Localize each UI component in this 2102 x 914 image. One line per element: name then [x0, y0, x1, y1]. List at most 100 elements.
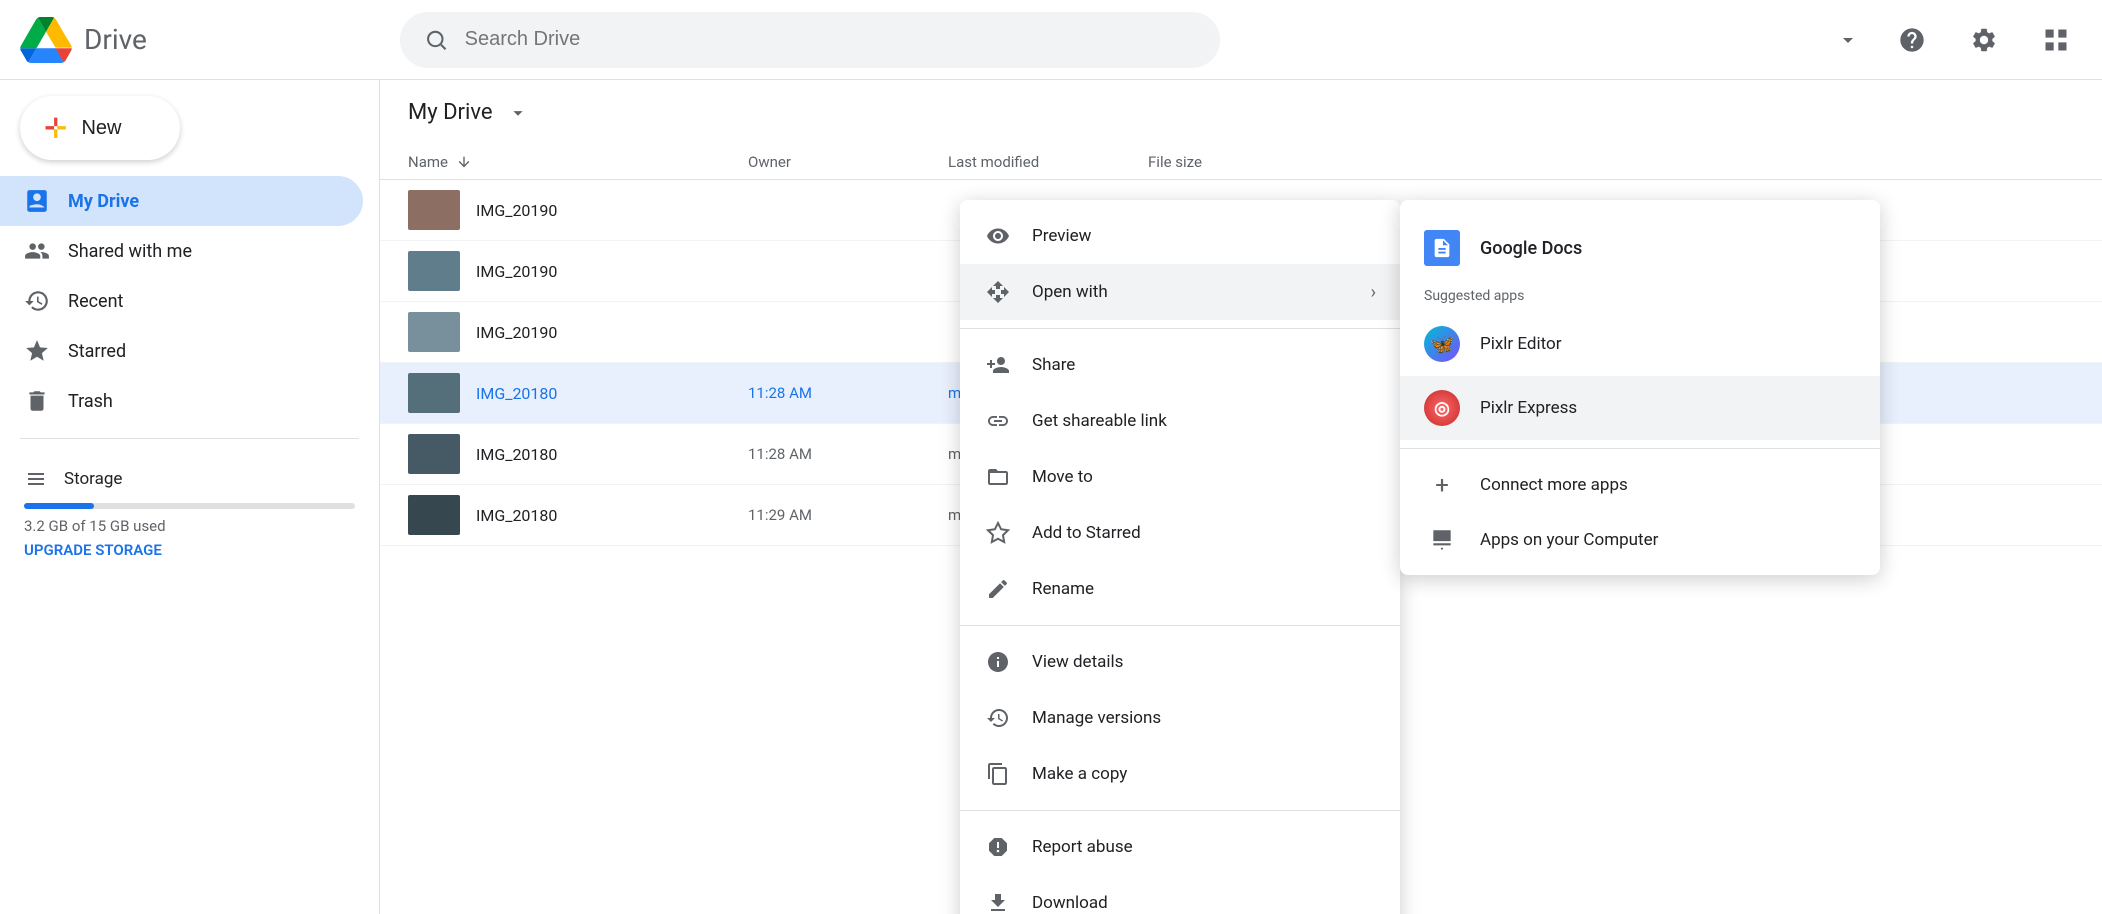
col-owner-header: Owner: [748, 153, 948, 171]
search-icon: [424, 27, 449, 53]
preview-icon: [984, 222, 1012, 250]
storage-section: Storage 3.2 GB of 15 GB used UPGRADE STO…: [0, 451, 379, 575]
submenu-pixlr-editor[interactable]: 🦋 Pixlr Editor: [1400, 312, 1880, 376]
help-button[interactable]: [1886, 14, 1938, 66]
context-menu-manage-versions-label: Manage versions: [1032, 708, 1161, 728]
file-thumbnail-2: [408, 251, 460, 291]
file-area: My Drive Name Owner Last modified File s…: [380, 80, 2102, 914]
computer-icon: [1424, 527, 1460, 553]
download-icon: [984, 889, 1012, 914]
context-menu-make-copy-label: Make a copy: [1032, 764, 1127, 784]
google-docs-icon: [1424, 230, 1460, 266]
context-menu-preview-label: Preview: [1032, 226, 1091, 246]
connect-more-label: Connect more apps: [1480, 475, 1628, 495]
sort-dropdown[interactable]: [1830, 22, 1866, 58]
google-docs-label: Google Docs: [1480, 238, 1582, 259]
file-owner-4: 11:28 AM: [748, 384, 948, 402]
ctx-divider-3: [960, 810, 1400, 811]
move-to-icon: [984, 463, 1012, 491]
col-size-header: File size: [1148, 153, 1268, 171]
file-thumbnail-4: [408, 373, 460, 413]
context-menu-get-link[interactable]: Get shareable link: [960, 393, 1400, 449]
context-menu-view-details[interactable]: View details: [960, 634, 1400, 690]
search-input[interactable]: [465, 28, 1196, 51]
file-name-3: IMG_20190: [476, 323, 557, 342]
submenu-pixlr-express[interactable]: ◎ Pixlr Express: [1400, 376, 1880, 440]
shared-icon: [24, 238, 50, 264]
view-toggle-button[interactable]: [2030, 14, 2082, 66]
file-time-6: 11:29 AM: [748, 506, 948, 524]
context-menu-move-to[interactable]: Move to: [960, 449, 1400, 505]
my-drive-icon: [24, 188, 50, 214]
share-icon: [984, 351, 1012, 379]
file-name-4: IMG_20180: [476, 384, 557, 403]
starred-icon: [24, 338, 50, 364]
context-menu-share-label: Share: [1032, 355, 1075, 375]
context-menu-preview[interactable]: Preview: [960, 208, 1400, 264]
submenu-apps-computer[interactable]: Apps on your Computer: [1400, 513, 1880, 567]
logo-area: Drive: [20, 17, 400, 63]
manage-versions-icon: [984, 704, 1012, 732]
sidebar-item-my-drive[interactable]: My Drive: [0, 176, 363, 226]
sidebar-item-trash[interactable]: Trash: [0, 376, 363, 426]
context-menu-download[interactable]: Download: [960, 875, 1400, 914]
sidebar: ✛ New My Drive Shared with me Recent Sta…: [0, 80, 380, 914]
sidebar-divider: [20, 438, 359, 439]
sidebar-item-shared[interactable]: Shared with me: [0, 226, 363, 276]
new-plus-icon: ✛: [44, 112, 67, 145]
link-icon: [984, 407, 1012, 435]
open-with-icon: [984, 278, 1012, 306]
drive-logo-icon: [20, 17, 72, 63]
sidebar-item-shared-label: Shared with me: [68, 241, 192, 262]
pixlr-editor-label: Pixlr Editor: [1480, 334, 1561, 354]
context-menu-open-with-label: Open with: [1032, 282, 1108, 302]
my-drive-title: My Drive: [408, 100, 493, 125]
trash-icon: [24, 388, 50, 414]
new-button[interactable]: ✛ New: [20, 96, 180, 160]
connect-more-icon: +: [1424, 471, 1460, 499]
header-right: [1830, 14, 2082, 66]
context-menu-view-details-label: View details: [1032, 652, 1123, 672]
context-menu-move-to-label: Move to: [1032, 467, 1093, 487]
storage-bar: [24, 503, 355, 509]
context-menu-download-label: Download: [1032, 893, 1108, 913]
rename-icon: [984, 575, 1012, 603]
main-layout: ✛ New My Drive Shared with me Recent Sta…: [0, 80, 2102, 914]
star-icon: [984, 519, 1012, 547]
storage-used-text: 3.2 GB of 15 GB used: [24, 517, 355, 535]
pixlr-express-label: Pixlr Express: [1480, 398, 1577, 418]
context-menu-make-copy[interactable]: Make a copy: [960, 746, 1400, 802]
open-with-arrow-icon: ›: [1371, 282, 1376, 303]
suggested-apps-label: Suggested apps: [1400, 280, 1880, 312]
info-icon: [984, 648, 1012, 676]
submenu-connect-more[interactable]: + Connect more apps: [1400, 457, 1880, 513]
new-button-label: New: [81, 117, 121, 140]
sidebar-item-starred-label: Starred: [68, 341, 126, 362]
context-menu-open-with[interactable]: Open with ›: [960, 264, 1400, 320]
ctx-divider-1: [960, 328, 1400, 329]
context-menu-add-starred[interactable]: Add to Starred: [960, 505, 1400, 561]
settings-button[interactable]: [1958, 14, 2010, 66]
search-bar[interactable]: [400, 12, 1220, 68]
context-menu-rename[interactable]: Rename: [960, 561, 1400, 617]
context-menu-manage-versions[interactable]: Manage versions: [960, 690, 1400, 746]
file-name-1: IMG_20190: [476, 201, 557, 220]
submenu-google-docs[interactable]: Google Docs: [1400, 216, 1880, 280]
file-thumbnail-5: [408, 434, 460, 474]
file-breadcrumb: My Drive: [380, 80, 2102, 145]
context-menu-rename-label: Rename: [1032, 579, 1094, 599]
storage-bar-fill: [24, 503, 94, 509]
pixlr-editor-icon: 🦋: [1424, 326, 1460, 362]
file-name-6: IMG_20180: [476, 506, 557, 525]
file-thumbnail-3: [408, 312, 460, 352]
file-name-2: IMG_20190: [476, 262, 557, 281]
context-menu-report-abuse[interactable]: Report abuse: [960, 819, 1400, 875]
sidebar-item-recent[interactable]: Recent: [0, 276, 363, 326]
context-menu-share[interactable]: Share: [960, 337, 1400, 393]
upgrade-storage-link[interactable]: UPGRADE STORAGE: [24, 541, 355, 559]
sidebar-item-my-drive-label: My Drive: [68, 191, 139, 212]
context-menu-add-starred-label: Add to Starred: [1032, 523, 1141, 543]
file-time-5: 11:28 AM: [748, 445, 948, 463]
sidebar-item-starred[interactable]: Starred: [0, 326, 363, 376]
report-icon: [984, 833, 1012, 861]
